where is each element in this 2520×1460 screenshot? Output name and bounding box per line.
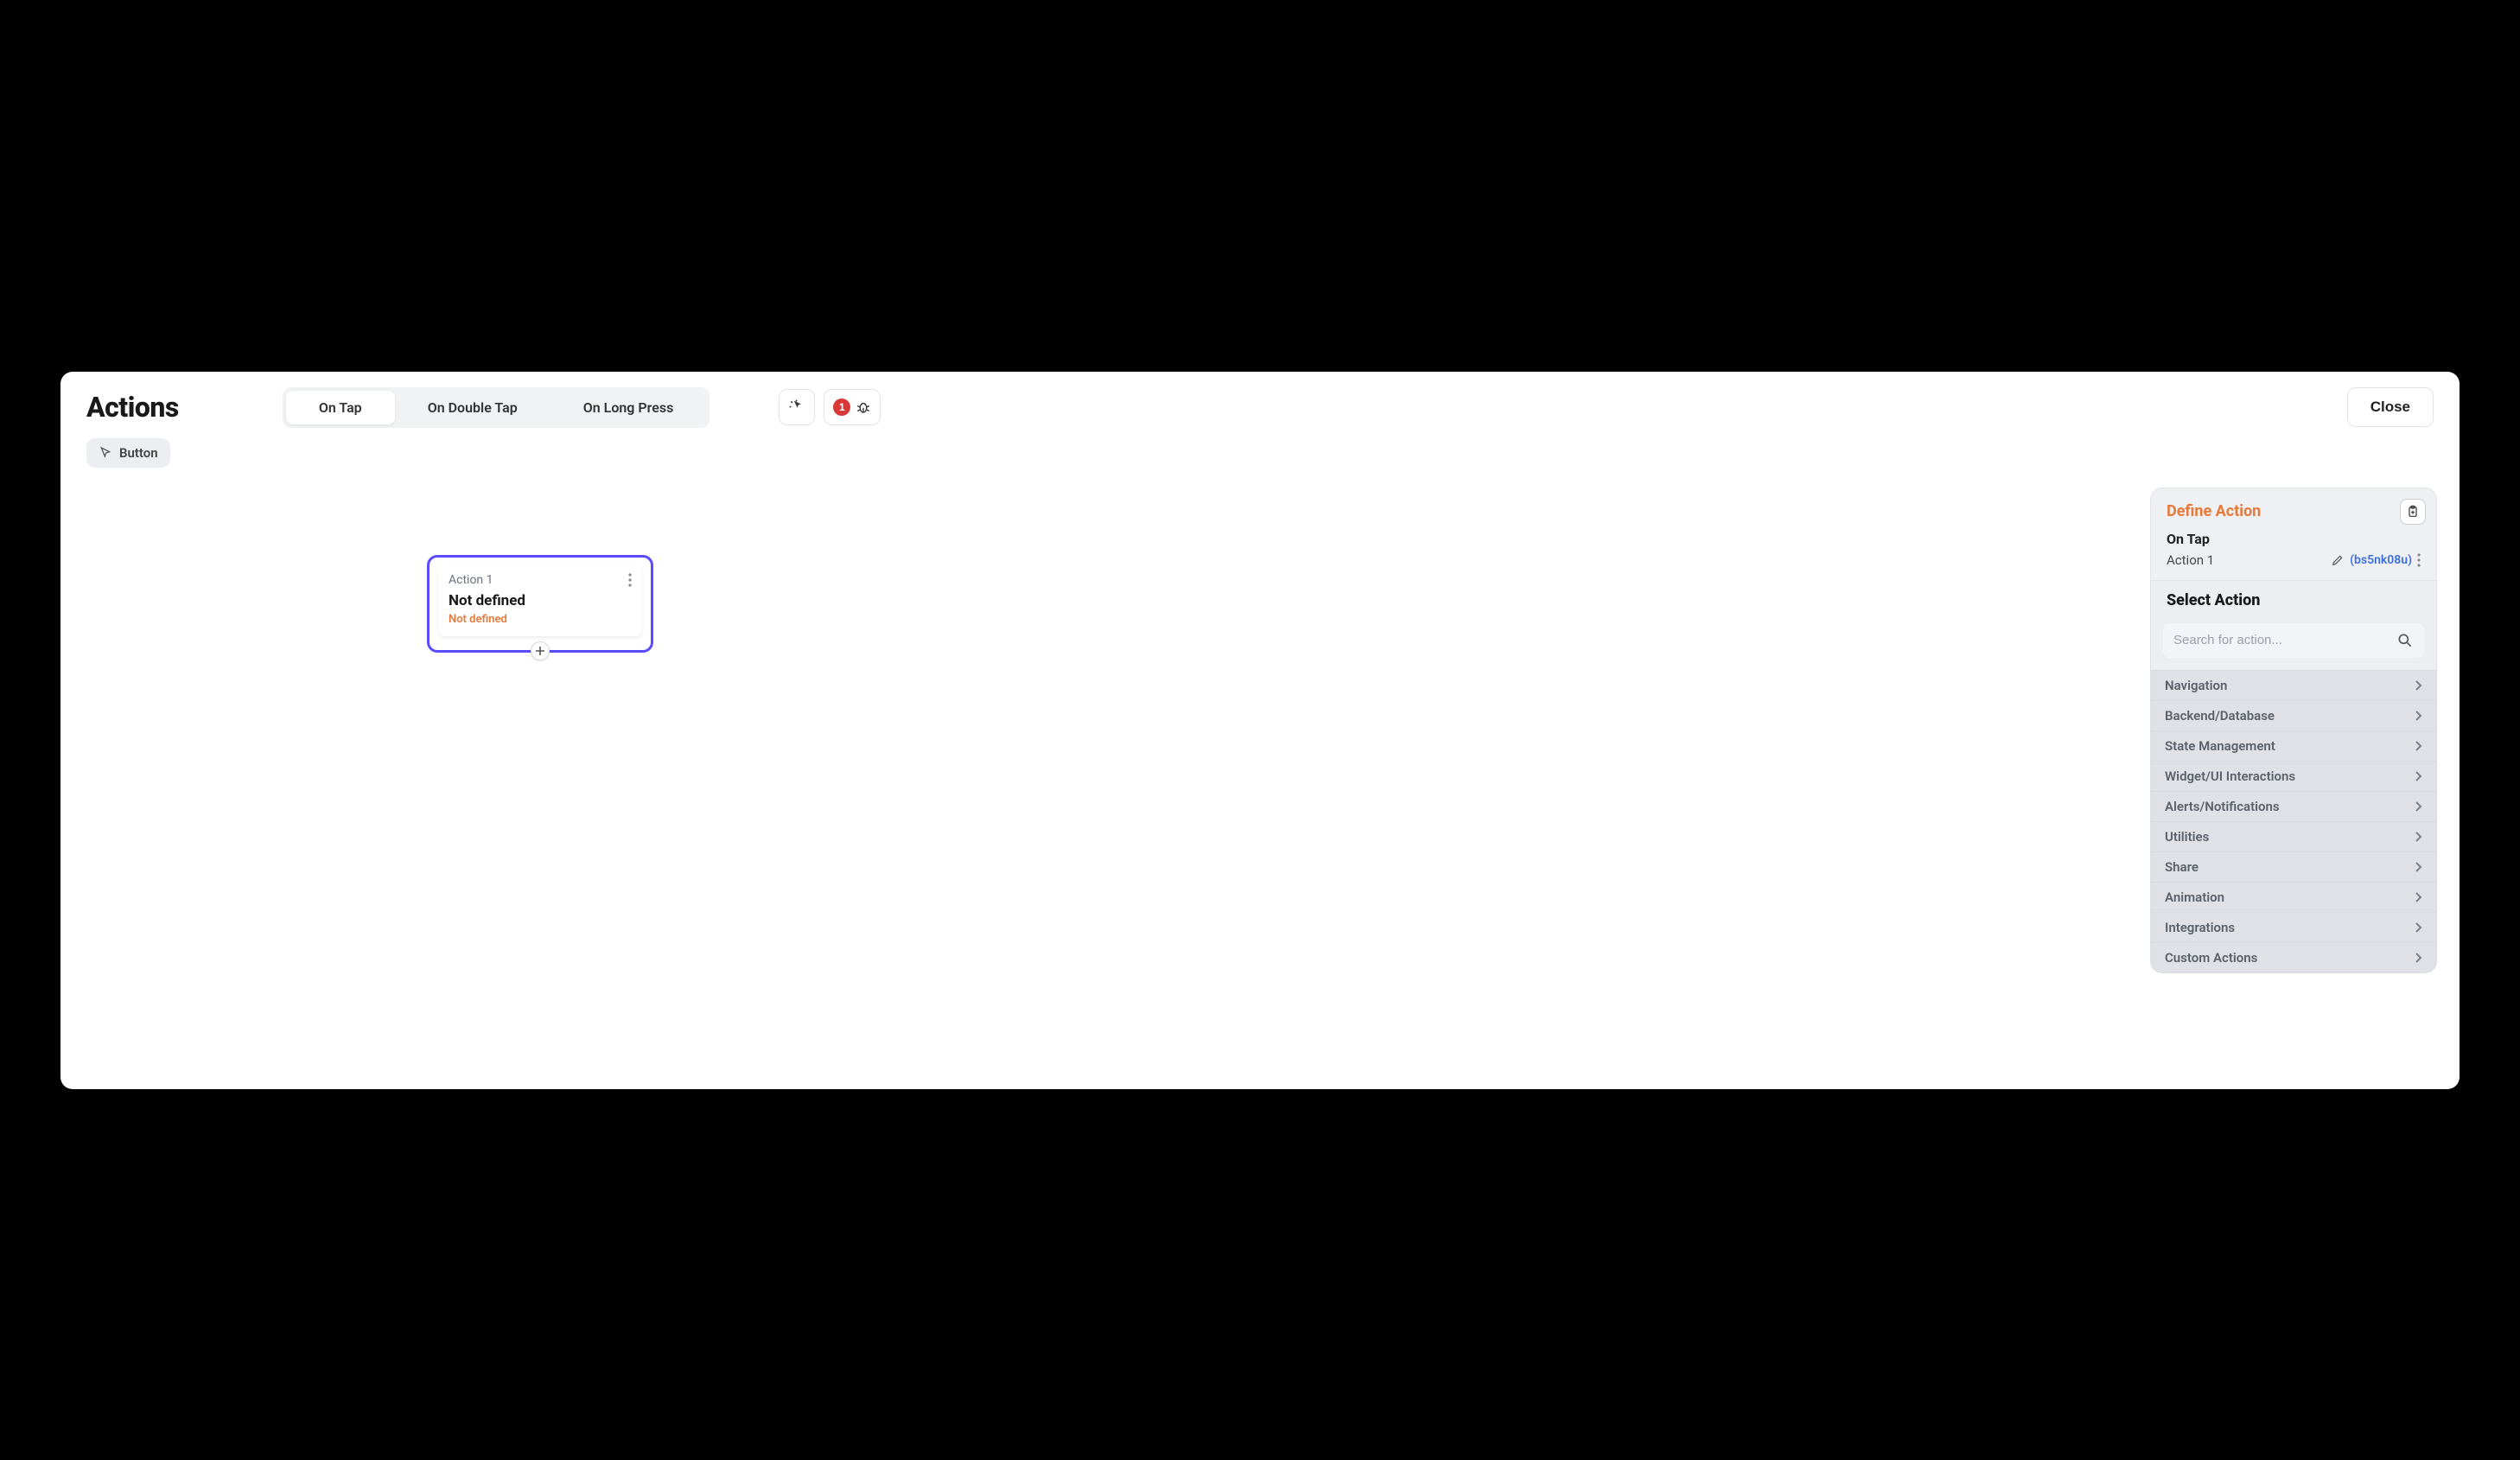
define-action-panel: Define Action On Tap Action 1 (b <box>2150 488 2437 973</box>
category-navigation[interactable]: Navigation <box>2151 670 2436 700</box>
category-custom-actions[interactable]: Custom Actions <box>2151 942 2436 972</box>
category-state-management[interactable]: State Management <box>2151 730 2436 761</box>
chevron-right-icon <box>2414 800 2422 813</box>
node-menu-button[interactable] <box>628 573 632 587</box>
chevron-right-icon <box>2414 861 2422 873</box>
select-action-section: Select Action Navigation Backend/ <box>2150 579 2437 973</box>
panel-header: Define Action On Tap Action 1 (b <box>2150 488 2437 581</box>
clipboard-plus-icon <box>2406 505 2420 519</box>
category-utilities[interactable]: Utilities <box>2151 821 2436 851</box>
category-share[interactable]: Share <box>2151 851 2436 882</box>
chevron-right-icon <box>2414 679 2422 692</box>
flow-canvas[interactable]: Action 1 Not defined Not defined <box>60 372 2460 1089</box>
chevron-right-icon <box>2414 891 2422 903</box>
plus-icon <box>535 646 545 656</box>
node-subtitle: Not defined <box>449 613 632 626</box>
action-id[interactable]: (bs5nk08u) <box>2350 553 2412 567</box>
more-vertical-icon <box>628 573 632 587</box>
category-alerts-notifications[interactable]: Alerts/Notifications <box>2151 791 2436 821</box>
search-input-wrap <box>2163 623 2424 658</box>
category-widget-ui-interactions[interactable]: Widget/UI Interactions <box>2151 761 2436 791</box>
panel-event: On Tap <box>2167 531 2421 547</box>
select-action-title: Select Action <box>2151 579 2436 618</box>
chevron-right-icon <box>2414 770 2422 782</box>
search-icon <box>2396 632 2414 649</box>
category-label: Share <box>2165 859 2199 875</box>
chevron-right-icon <box>2414 740 2422 752</box>
actions-editor-window: Actions On Tap On Double Tap On Long Pre… <box>60 372 2460 1089</box>
search-input[interactable] <box>2173 633 2396 647</box>
more-vertical-icon <box>2417 553 2421 567</box>
action-node[interactable]: Action 1 Not defined Not defined <box>427 555 653 653</box>
category-label: Custom Actions <box>2165 950 2257 966</box>
category-animation[interactable]: Animation <box>2151 882 2436 912</box>
add-action-button[interactable] <box>531 641 550 660</box>
category-label: Integrations <box>2165 920 2235 935</box>
category-label: Utilities <box>2165 829 2209 845</box>
category-backend-database[interactable]: Backend/Database <box>2151 700 2436 730</box>
category-label: State Management <box>2165 738 2275 754</box>
paste-action-button[interactable] <box>2400 499 2426 525</box>
category-integrations[interactable]: Integrations <box>2151 912 2436 942</box>
pencil-icon <box>2331 553 2345 567</box>
chevron-right-icon <box>2414 831 2422 843</box>
category-label: Backend/Database <box>2165 708 2275 724</box>
category-label: Widget/UI Interactions <box>2165 768 2295 784</box>
action-menu-button[interactable] <box>2417 553 2421 567</box>
category-list: Navigation Backend/Database State Manage… <box>2151 670 2436 972</box>
chevron-right-icon <box>2414 921 2422 934</box>
chevron-right-icon <box>2414 710 2422 722</box>
category-label: Alerts/Notifications <box>2165 799 2280 814</box>
panel-action-row: Action 1 (bs5nk08u) <box>2167 552 2421 568</box>
rename-action-button[interactable] <box>2331 553 2345 567</box>
node-title: Not defined <box>449 592 632 609</box>
panel-title: Define Action <box>2167 502 2421 520</box>
category-label: Navigation <box>2165 678 2227 693</box>
node-label: Action 1 <box>449 573 493 587</box>
chevron-right-icon <box>2414 952 2422 964</box>
category-label: Animation <box>2165 889 2224 905</box>
panel-action-name: Action 1 <box>2167 552 2326 568</box>
